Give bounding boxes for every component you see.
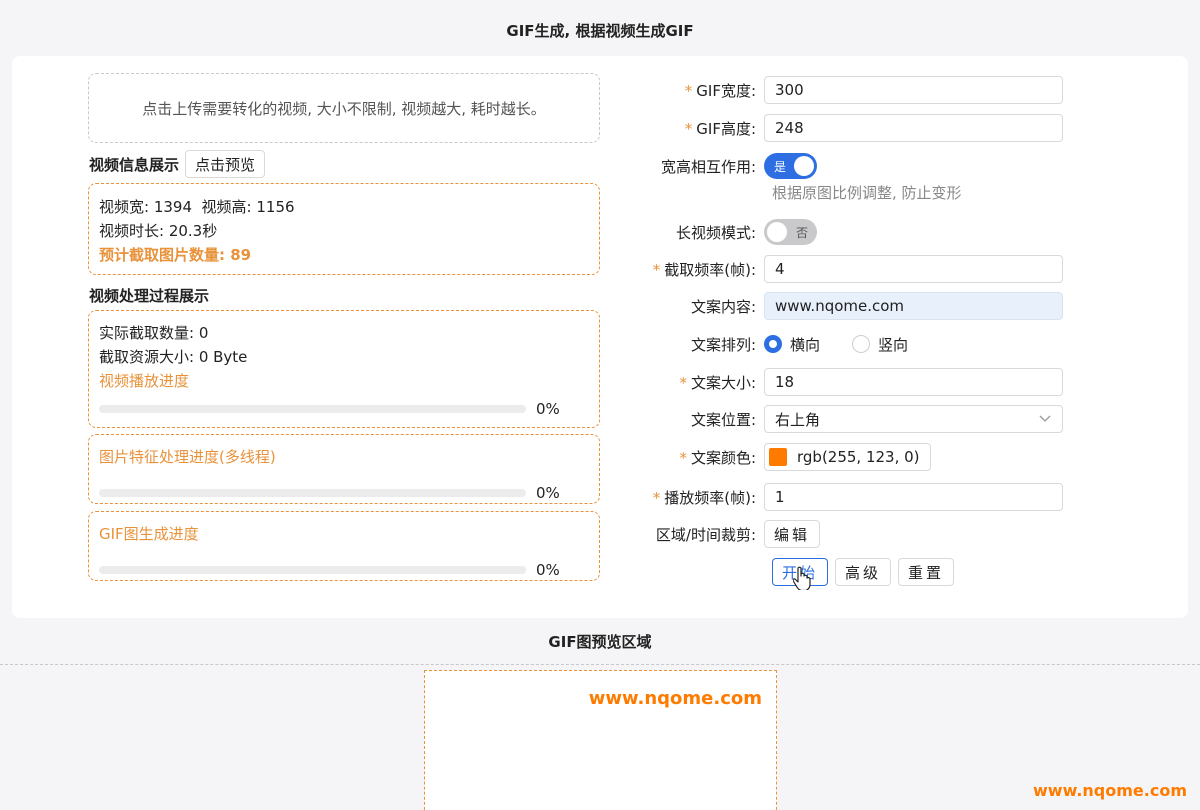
image-feature-box: 图片特征处理进度(多线程) 0%	[88, 434, 600, 504]
resource-size: 截取资源大小: 0 Byte	[99, 345, 589, 369]
progress-percent: 0%	[536, 481, 560, 505]
actual-count: 实际截取数量: 0	[99, 321, 589, 345]
progress-track	[99, 405, 526, 413]
play-rate-row: *播放频率(帧): 1	[600, 483, 1063, 511]
crop-label: 区域/时间裁剪:	[600, 524, 764, 545]
gif-height-row: *GIF高度: 248	[600, 114, 1063, 142]
capture-rate-label: *截取频率(帧):	[600, 259, 764, 280]
play-rate-label: *播放频率(帧):	[600, 487, 764, 508]
radio-horizontal[interactable]	[764, 335, 782, 353]
preview-watermark: www.nqome.com	[589, 688, 762, 709]
long-video-label: 长视频模式:	[600, 222, 764, 243]
gif-width-row: *GIF宽度: 300	[600, 76, 1063, 104]
preview-button[interactable]: 点击预览	[185, 150, 265, 178]
text-color-picker[interactable]: rgb(255, 123, 0)	[764, 443, 931, 471]
edit-button[interactable]: 编辑	[764, 520, 820, 548]
text-content-label: 文案内容:	[600, 296, 764, 317]
text-content-input[interactable]: www.nqome.com	[764, 292, 1063, 320]
long-video-switch[interactable]: 否	[764, 219, 817, 245]
image-feature-progress: 0%	[99, 481, 589, 505]
gif-width-label: *GIF宽度:	[600, 80, 764, 101]
text-color-row: *文案颜色: rgb(255, 123, 0)	[600, 443, 931, 471]
corner-watermark: www.nqome.com	[1033, 781, 1187, 800]
interaction-switch[interactable]: 是	[764, 153, 817, 179]
switch-knob	[794, 156, 814, 176]
process-header: 视频处理过程展示	[89, 285, 209, 306]
text-position-select[interactable]: 右上角	[764, 405, 1063, 433]
gif-height-input[interactable]: 248	[764, 114, 1063, 142]
select-value: 右上角	[775, 409, 820, 430]
radio-horizontal-label[interactable]: 横向	[790, 334, 820, 355]
video-play-label: 视频播放进度	[99, 369, 589, 393]
text-size-row: *文案大小: 18	[600, 368, 1063, 396]
chevron-down-icon	[1038, 410, 1052, 428]
video-info-box: 视频宽: 1394 视频高: 1156 视频时长: 20.3秒 预计截取图片数量…	[88, 183, 600, 275]
gif-width-input[interactable]: 300	[764, 76, 1063, 104]
text-position-label: 文案位置:	[600, 409, 764, 430]
text-size-input[interactable]: 18	[764, 368, 1063, 396]
video-info-header: 视频信息展示 点击预览	[89, 150, 265, 178]
gif-height-label: *GIF高度:	[600, 118, 764, 139]
capture-rate-row: *截取频率(帧): 4	[600, 255, 1063, 283]
video-info-heading: 视频信息展示	[89, 154, 179, 175]
gif-gen-label: GIF图生成进度	[99, 522, 589, 546]
text-layout-radio-group: 横向 竖向	[764, 334, 908, 355]
hand-cursor-icon	[793, 566, 811, 594]
crop-row: 区域/时间裁剪: 编辑	[600, 520, 820, 548]
gif-preview-frame: www.nqome.com	[424, 670, 777, 810]
capture-rate-input[interactable]: 4	[764, 255, 1063, 283]
text-size-label: *文案大小:	[600, 372, 764, 393]
page-title: GIF生成, 根据视频生成GIF	[0, 20, 1200, 41]
text-layout-row: 文案排列: 横向 竖向	[600, 330, 908, 358]
gif-gen-box: GIF图生成进度 0%	[88, 511, 600, 581]
color-swatch	[769, 448, 787, 466]
switch-knob	[767, 222, 787, 242]
long-video-row: 长视频模式: 否	[600, 218, 817, 246]
video-play-progress: 0%	[99, 397, 589, 421]
interaction-label: 宽高相互作用:	[600, 156, 764, 177]
reset-button[interactable]: 重置	[898, 558, 954, 586]
color-value: rgb(255, 123, 0)	[797, 448, 920, 466]
text-position-row: 文案位置: 右上角	[600, 405, 1063, 433]
text-layout-label: 文案排列:	[600, 334, 764, 355]
video-dimensions: 视频宽: 1394 视频高: 1156	[99, 195, 589, 219]
estimated-frames: 预计截取图片数量: 89	[99, 243, 589, 267]
upload-hint: 点击上传需要转化的视频, 大小不限制, 视频越大, 耗时越长。	[142, 98, 546, 119]
text-color-label: *文案颜色:	[600, 447, 764, 468]
image-feature-label: 图片特征处理进度(多线程)	[99, 445, 589, 469]
interaction-row: 宽高相互作用: 是	[600, 152, 817, 180]
progress-track	[99, 489, 526, 497]
process-heading: 视频处理过程展示	[89, 285, 209, 306]
progress-percent: 0%	[536, 558, 560, 582]
interaction-hint: 根据原图比例调整, 防止变形	[772, 182, 962, 203]
progress-track	[99, 566, 526, 574]
video-duration: 视频时长: 20.3秒	[99, 219, 589, 243]
text-content-row: 文案内容: www.nqome.com	[600, 292, 1063, 320]
radio-vertical[interactable]	[852, 335, 870, 353]
gif-gen-progress: 0%	[99, 558, 589, 582]
upload-area[interactable]: 点击上传需要转化的视频, 大小不限制, 视频越大, 耗时越长。	[88, 73, 600, 143]
radio-vertical-label[interactable]: 竖向	[878, 334, 908, 355]
preview-title: GIF图预览区域	[0, 631, 1200, 652]
play-rate-input[interactable]: 1	[764, 483, 1063, 511]
progress-percent: 0%	[536, 397, 560, 421]
process-box: 实际截取数量: 0 截取资源大小: 0 Byte 视频播放进度 0%	[88, 310, 600, 428]
advanced-button[interactable]: 高级	[835, 558, 891, 586]
